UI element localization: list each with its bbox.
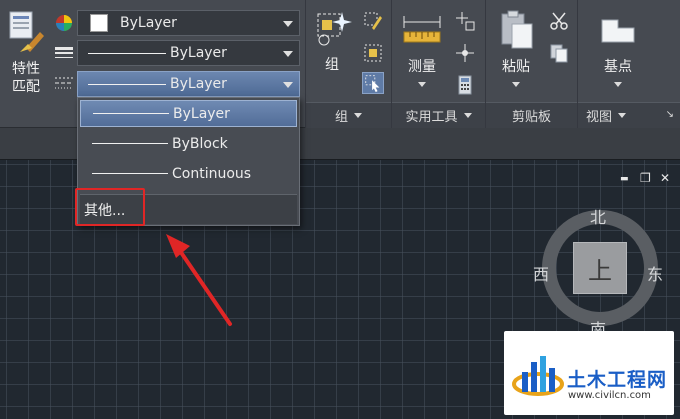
viewport-restore-icon[interactable]: ❐ — [640, 171, 651, 185]
line-sample — [92, 143, 168, 144]
lineweight-dropdown-value: ByLayer — [170, 76, 227, 92]
linetype-icon[interactable] — [53, 42, 75, 64]
utilities-panel: 测量 实用工具 — [392, 0, 486, 128]
measure-label: 测量 — [408, 59, 436, 75]
line-sample — [93, 113, 169, 114]
color-swatch — [90, 14, 108, 32]
base-point-icon — [601, 19, 635, 43]
viewcube-top-face[interactable]: 上 — [573, 242, 627, 294]
panel-launcher-icon[interactable]: ↘ — [666, 109, 674, 120]
watermark-url: www.civilcn.com — [568, 390, 651, 401]
compass-east[interactable]: 东 — [647, 261, 663, 285]
compass-west[interactable]: 西 — [533, 261, 549, 285]
match-properties-icon — [9, 11, 44, 52]
groups-panel: 组 组 — [306, 0, 392, 128]
line-sample — [88, 83, 166, 85]
group-select-icon[interactable] — [362, 72, 384, 94]
copy-icon[interactable] — [548, 42, 570, 64]
ruler-icon — [403, 16, 441, 43]
chevron-down-icon — [512, 82, 520, 87]
viewport-close-icon[interactable]: ✕ — [660, 171, 670, 185]
viewport-minimize-icon[interactable]: ▬ — [620, 174, 629, 184]
scissors-icon[interactable] — [548, 10, 570, 32]
lineweight-dropdown[interactable]: ByLayer — [77, 71, 300, 97]
compass-north[interactable]: 北 — [590, 204, 606, 228]
chevron-down-icon — [618, 113, 627, 118]
watermark-name: 土木工程网 — [567, 369, 668, 391]
utilities-panel-footer[interactable]: 实用工具 — [392, 102, 485, 128]
chevron-down-icon — [283, 82, 293, 88]
match-properties-button[interactable]: 特性 匹配 — [4, 6, 48, 98]
calculator-icon[interactable] — [454, 74, 476, 96]
groups-panel-footer[interactable]: 组 — [306, 102, 391, 128]
linetype-dropdown-value: ByLayer — [170, 45, 227, 61]
clipboard-panel: 粘贴 剪贴板 — [486, 0, 578, 128]
group-edit-icon[interactable] — [362, 10, 384, 32]
group-icon — [317, 12, 352, 46]
match-properties-label: 特性 匹配 — [12, 61, 40, 95]
chevron-down-icon — [463, 113, 472, 118]
logo-mark-icon — [512, 356, 564, 396]
chevron-down-icon — [418, 82, 426, 87]
lineweight-icon[interactable] — [53, 72, 75, 94]
id-point-icon[interactable] — [454, 10, 476, 32]
annotation-highlight-box — [75, 188, 145, 226]
dropdown-option-byblock[interactable]: ByBlock — [80, 130, 297, 157]
dropdown-option-continuous[interactable]: Continuous — [80, 160, 297, 187]
dropdown-option-bylayer[interactable]: ByLayer — [80, 100, 297, 127]
group-label: 组 — [325, 57, 339, 73]
linetype-dropdown[interactable]: ByLayer — [77, 40, 300, 66]
color-wheel-icon[interactable] — [53, 12, 75, 34]
clipboard-panel-footer[interactable]: 剪贴板 — [486, 102, 577, 128]
view-panel: 基点 视图 ↘ — [578, 0, 680, 128]
chevron-down-icon — [354, 113, 362, 118]
base-point-label: 基点 — [604, 59, 632, 75]
annotation-arrow — [166, 234, 232, 326]
measure-button[interactable]: 测量 — [396, 6, 448, 92]
base-point-button[interactable]: 基点 — [592, 6, 644, 92]
line-sample — [88, 52, 166, 54]
group-button[interactable]: 组 — [310, 6, 354, 76]
color-dropdown[interactable]: ByLayer — [77, 10, 300, 36]
paste-button[interactable]: 粘贴 — [492, 6, 540, 92]
line-sample — [92, 173, 168, 174]
chevron-down-icon — [283, 21, 293, 27]
chevron-down-icon — [614, 82, 622, 87]
point-style-icon[interactable] — [454, 42, 476, 64]
color-dropdown-value: ByLayer — [120, 15, 177, 31]
ungroup-icon[interactable] — [362, 42, 384, 64]
clipboard-icon — [501, 10, 533, 49]
paste-label: 粘贴 — [502, 59, 530, 75]
chevron-down-icon — [283, 51, 293, 57]
